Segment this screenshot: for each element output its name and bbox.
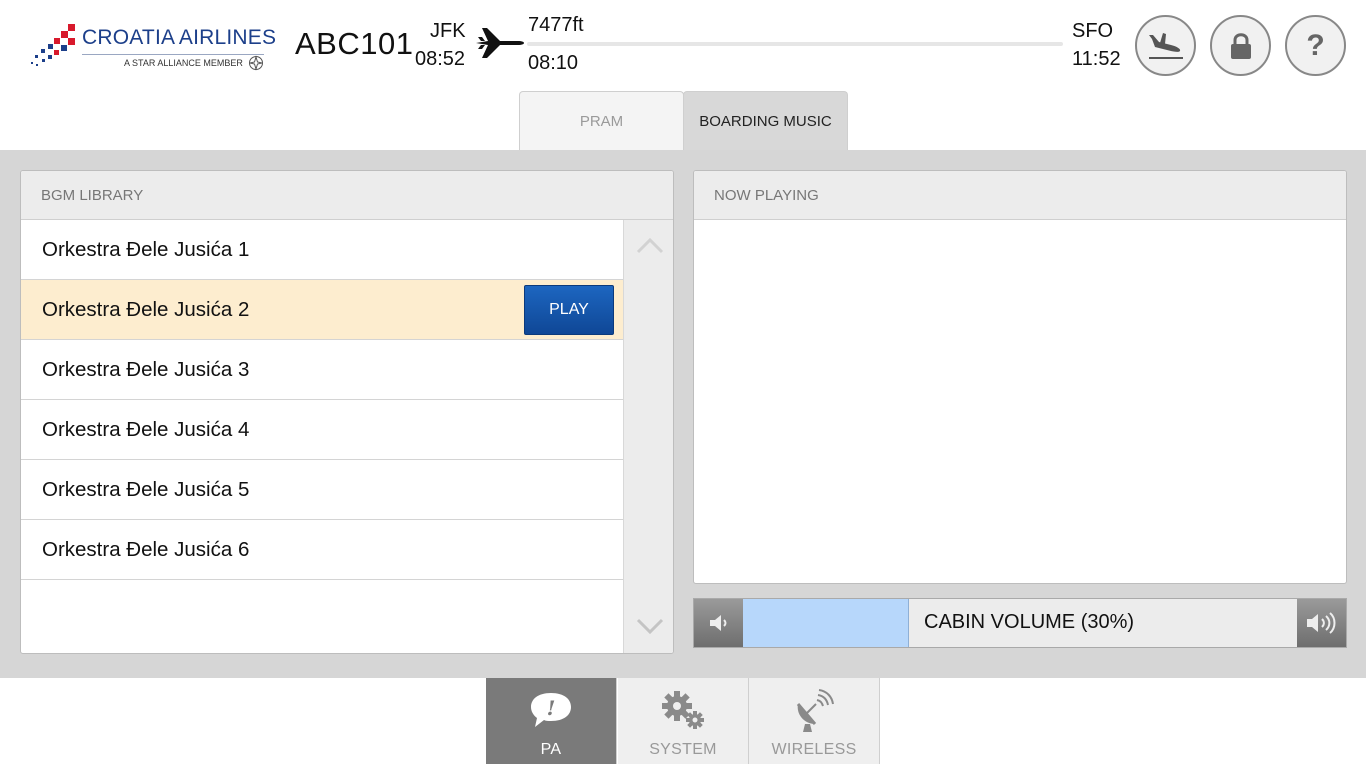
track-row[interactable]: Orkestra Đele Jusića 5 [21,460,623,520]
tab-pram[interactable]: PRAM [519,91,684,151]
svg-text:!: ! [547,696,556,720]
checkerboard-logo-icon [31,24,75,66]
track-name: Orkestra Đele Jusića 4 [42,417,250,441]
destination-time: 11:52 [1072,48,1121,70]
play-button[interactable]: PLAY [524,285,614,335]
origin-airport-code: JFK [430,20,466,42]
tab-boarding-music[interactable]: BOARDING MUSIC [683,91,848,151]
flight-number: ABC101 [295,26,414,61]
speech-bubble-icon: ! [531,693,571,727]
airline-logo: CROATIA AIRLINES A STAR ALLIANCE MEMBER [30,22,276,72]
track-name: Orkestra Đele Jusića 3 [42,357,250,381]
help-button[interactable]: ? [1285,15,1346,76]
track-row[interactable]: Orkestra Đele Jusića 3 [21,340,623,400]
alliance-text: A STAR ALLIANCE MEMBER [124,58,243,68]
gears-icon [662,691,704,729]
destination-airport-code: SFO [1072,20,1114,42]
volume-level-fill [743,599,909,647]
bgm-library-panel: BGM LIBRARY Orkestra Đele Jusića 1 Orkes… [20,170,674,654]
landing-mode-button[interactable] [1135,15,1196,76]
satellite-dish-icon [796,689,834,732]
nav-label-pa: PA [540,741,562,758]
airline-name: CROATIA AIRLINES [82,26,277,49]
now-playing-title: NOW PLAYING [694,171,1346,220]
volume-down-button[interactable] [694,599,743,647]
volume-label: CABIN VOLUME (30%) [924,611,1135,633]
speaker-high-icon [1306,612,1335,634]
nav-label-system: SYSTEM [649,741,717,758]
track-list-scrollbar[interactable] [623,220,673,653]
star-alliance-icon [249,55,263,71]
now-playing-panel: NOW PLAYING [693,170,1347,584]
help-icon: ? [1306,28,1325,62]
nav-tab-system[interactable]: SYSTEM [618,678,749,764]
elapsed-time: 08:10 [528,52,579,74]
nav-tab-wireless[interactable]: WIRELESS [749,678,880,764]
cabin-volume-control[interactable]: CABIN VOLUME (30%) [693,598,1347,648]
track-row-selected[interactable]: Orkestra Đele Jusića 2 PLAY [21,280,623,340]
origin-time: 08:52 [415,48,466,70]
track-list: Orkestra Đele Jusića 1 Orkestra Đele Jus… [21,220,623,580]
track-row[interactable]: Orkestra Đele Jusića 4 [21,400,623,460]
track-name: Orkestra Đele Jusića 1 [42,237,250,261]
altitude-readout: 7477ft [528,14,584,36]
track-row[interactable]: Orkestra Đele Jusića 1 [21,220,623,280]
chevron-up-icon[interactable] [636,236,664,254]
speaker-low-icon [709,615,726,631]
main-content: BGM LIBRARY Orkestra Đele Jusića 1 Orkes… [0,150,1366,678]
header-bar: CROATIA AIRLINES A STAR ALLIANCE MEMBER … [0,0,1366,92]
lock-button[interactable] [1210,15,1271,76]
bgm-library-title: BGM LIBRARY [21,171,673,220]
chevron-down-icon[interactable] [636,618,664,636]
volume-up-button[interactable] [1297,599,1346,647]
nav-label-wireless: WIRELESS [771,741,857,758]
lock-icon [1230,32,1251,59]
track-name: Orkestra Đele Jusića 2 [42,297,250,321]
track-row[interactable]: Orkestra Đele Jusića 6 [21,520,623,580]
track-name: Orkestra Đele Jusića 6 [42,537,250,561]
flight-progress-track [527,42,1063,46]
landing-icon [1148,32,1183,59]
nav-tab-pa[interactable]: ! PA [486,678,617,764]
track-name: Orkestra Đele Jusića 5 [42,477,250,501]
airplane-icon [476,28,524,58]
logo-divider [82,54,264,55]
